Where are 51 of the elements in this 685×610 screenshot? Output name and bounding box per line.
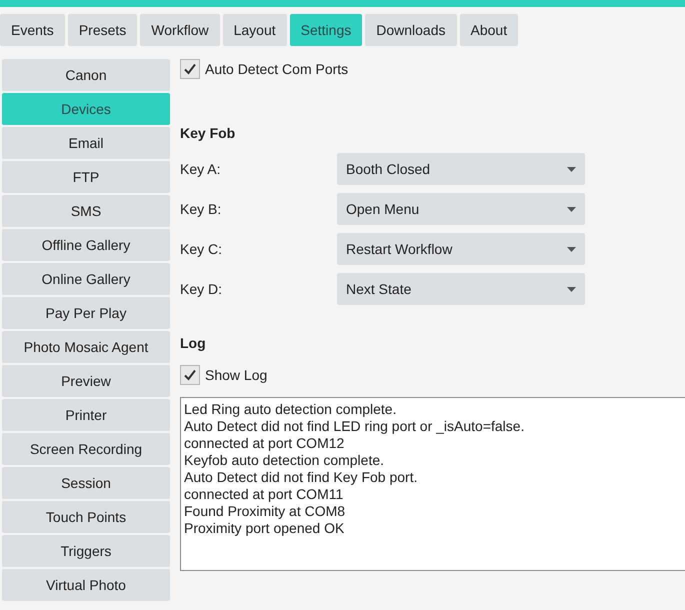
log-line: connected at port COM12 xyxy=(184,435,346,452)
log-line: connected at port COM11 xyxy=(184,486,344,503)
sidebar-item[interactable]: Printer xyxy=(2,399,170,431)
caret-icon xyxy=(567,246,576,252)
sidebar-item[interactable]: Virtual Photo xyxy=(2,569,170,601)
tab[interactable]: About xyxy=(460,14,518,46)
sidebar-item[interactable]: Triggers xyxy=(2,535,170,567)
sidebar-item[interactable]: FTP xyxy=(2,161,170,193)
log-line: Keyfob auto detection complete. xyxy=(184,452,386,469)
sidebar-item[interactable]: Email xyxy=(2,127,170,159)
sidebar-item[interactable]: Preview xyxy=(2,365,170,397)
check-icon xyxy=(183,62,197,76)
dropdown[interactable]: Next State xyxy=(337,273,585,305)
sidebar-item[interactable]: Online Gallery xyxy=(2,263,170,295)
log-line: Auto Detect did not find LED ring port or _isAuto=false. xyxy=(184,418,526,435)
tab[interactable]: Events xyxy=(0,14,65,46)
log-line: Found Proximity at COM8 xyxy=(184,503,346,520)
sidebar-item[interactable]: Offline Gallery xyxy=(2,229,170,261)
sidebar-item[interactable]: Pay Per Play xyxy=(2,297,170,329)
log-line: Led Ring auto detection complete. xyxy=(184,401,398,418)
dropdown[interactable]: Booth Closed xyxy=(337,153,585,185)
checkbox-label: Auto Detect Com Ports xyxy=(205,61,348,77)
tab[interactable]: Settings xyxy=(290,14,362,46)
field-label: Key B: xyxy=(180,201,222,217)
section-heading: Log xyxy=(180,335,207,351)
sidebar-item[interactable]: Canon xyxy=(2,59,170,91)
dropdown[interactable]: Open Menu xyxy=(337,193,585,225)
log-line: Auto Detect did not find Key Fob port. xyxy=(184,469,418,486)
sidebar-item[interactable]: Photo Mosaic Agent xyxy=(2,331,170,363)
checkbox-label: Show Log xyxy=(205,367,268,383)
section-heading: Key Fob xyxy=(180,125,236,141)
tab[interactable]: Layout xyxy=(222,14,287,46)
tab[interactable]: Workflow xyxy=(140,14,220,46)
sidebar-item[interactable]: Devices xyxy=(2,93,170,125)
dropdown[interactable]: Restart Workflow xyxy=(337,233,585,265)
checkbox[interactable] xyxy=(180,365,200,385)
sidebar-item[interactable]: Touch Points xyxy=(2,501,170,533)
tab[interactable]: Downloads xyxy=(365,14,456,46)
sidebar-item[interactable]: Screen Recording xyxy=(2,433,170,465)
check-icon xyxy=(183,368,197,382)
tab[interactable]: Presets xyxy=(68,14,138,46)
caret-icon xyxy=(567,286,576,292)
log-line: Proximity port opened OK xyxy=(184,520,346,537)
field-label: Key A: xyxy=(180,161,220,177)
sidebar-item[interactable]: Session xyxy=(2,467,170,499)
caret-icon xyxy=(567,206,576,212)
checkbox[interactable] xyxy=(180,59,200,79)
field-label: Key C: xyxy=(180,241,222,257)
sidebar-item[interactable]: SMS xyxy=(2,195,170,227)
caret-icon xyxy=(567,166,576,172)
field-label: Key D: xyxy=(180,281,222,297)
